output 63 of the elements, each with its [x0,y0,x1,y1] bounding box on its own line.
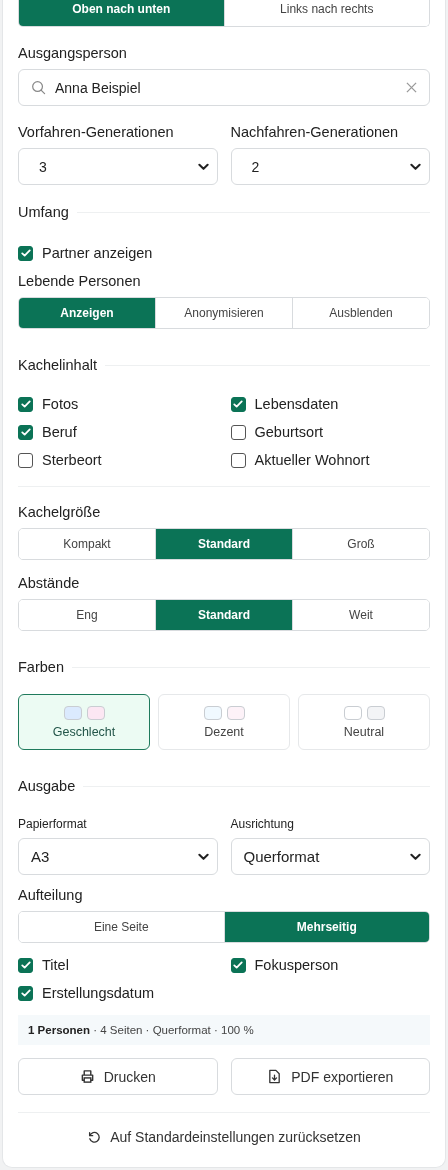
field-label: Nachfahren-Generationen [230,124,400,140]
segment-tab[interactable]: Weit [292,600,429,630]
file-download-icon [267,1069,283,1084]
field-label: Vorfahren-Generationen [18,124,175,140]
checkbox[interactable] [18,396,33,412]
select-field[interactable]: 2 [230,148,430,185]
field-label: Ausgangsperson [18,45,128,61]
checkbox[interactable] [18,245,33,261]
checkbox-label: Lebensdaten [254,396,339,412]
checkbox-label: Aktueller Wohnort [254,452,370,468]
segment-tab[interactable]: Mehrseitig [223,912,429,942]
segment-tab[interactable]: Standard [155,529,292,559]
checkbox[interactable] [18,985,33,1001]
chevron-icon [410,852,421,861]
section-heading: Farben [18,659,64,675]
field-label: Ausrichtung [230,817,295,831]
search-icon [31,80,46,95]
checkbox[interactable] [230,424,246,440]
checkbox[interactable] [230,957,246,973]
checkbox-label: Geburtsort [254,424,323,440]
checkbox-label: Beruf [42,424,77,440]
segment-tab[interactable]: Standard [155,600,292,630]
chevron-icon [197,852,209,861]
select-field[interactable]: Querformat [230,838,430,875]
checkbox-label: Erstellungsdatum [42,985,155,1001]
checkbox[interactable] [18,424,33,440]
checkbox[interactable] [18,957,33,973]
field-label: Lebende Personen [18,273,142,289]
field-label: Aufteilung [18,887,84,903]
summary-text: 1 Personen · 4 Seiten · Querformat · 100 % [18,1015,430,1045]
section-heading: Kachelinhalt [18,357,97,373]
checkbox-label: Fotos [42,396,79,412]
chevron-icon [197,162,209,171]
segment-tab[interactable]: Groß [292,529,429,559]
close-icon[interactable] [406,82,417,93]
section-heading: Umfang [18,204,69,220]
reset-icon [87,1130,102,1144]
reset-button[interactable]: Auf Standardeinstellungen zurücksetzen [87,1129,361,1145]
field-label: Kachelgröße [18,504,102,520]
print-button[interactable]: Drucken [18,1058,218,1095]
checkbox[interactable] [230,396,246,412]
select-field[interactable]: 3 [18,148,218,185]
search-field[interactable]: Anna Beispiel [18,69,430,106]
checkbox-label: Partner anzeigen [42,245,153,261]
segment-tab[interactable]: Ausblenden [292,298,429,328]
segment-tab[interactable]: Links nach rechts [223,0,429,26]
checkbox-label: Sterbeort [42,452,102,468]
export-button[interactable]: PDF exportieren [230,1058,430,1095]
section-heading: Ausgabe [18,778,76,794]
field-label: Abstände [18,575,81,591]
checkbox-label: Titel [42,957,69,973]
segment-tab[interactable]: Anzeigen [19,298,155,328]
chevron-icon [410,162,421,171]
color-scheme-option[interactable]: Neutral [298,694,430,750]
color-scheme-option[interactable]: Dezent [158,694,290,750]
select-field[interactable]: A3 [18,838,218,875]
printer-icon [79,1069,95,1084]
field-label: Papierformat [18,817,88,831]
color-scheme-option[interactable]: Geschlecht [18,694,150,750]
checkbox-label: Fokusperson [254,957,339,973]
checkbox[interactable] [18,452,33,468]
checkbox[interactable] [230,452,246,468]
segment-tab[interactable]: Oben nach unten [19,0,224,26]
